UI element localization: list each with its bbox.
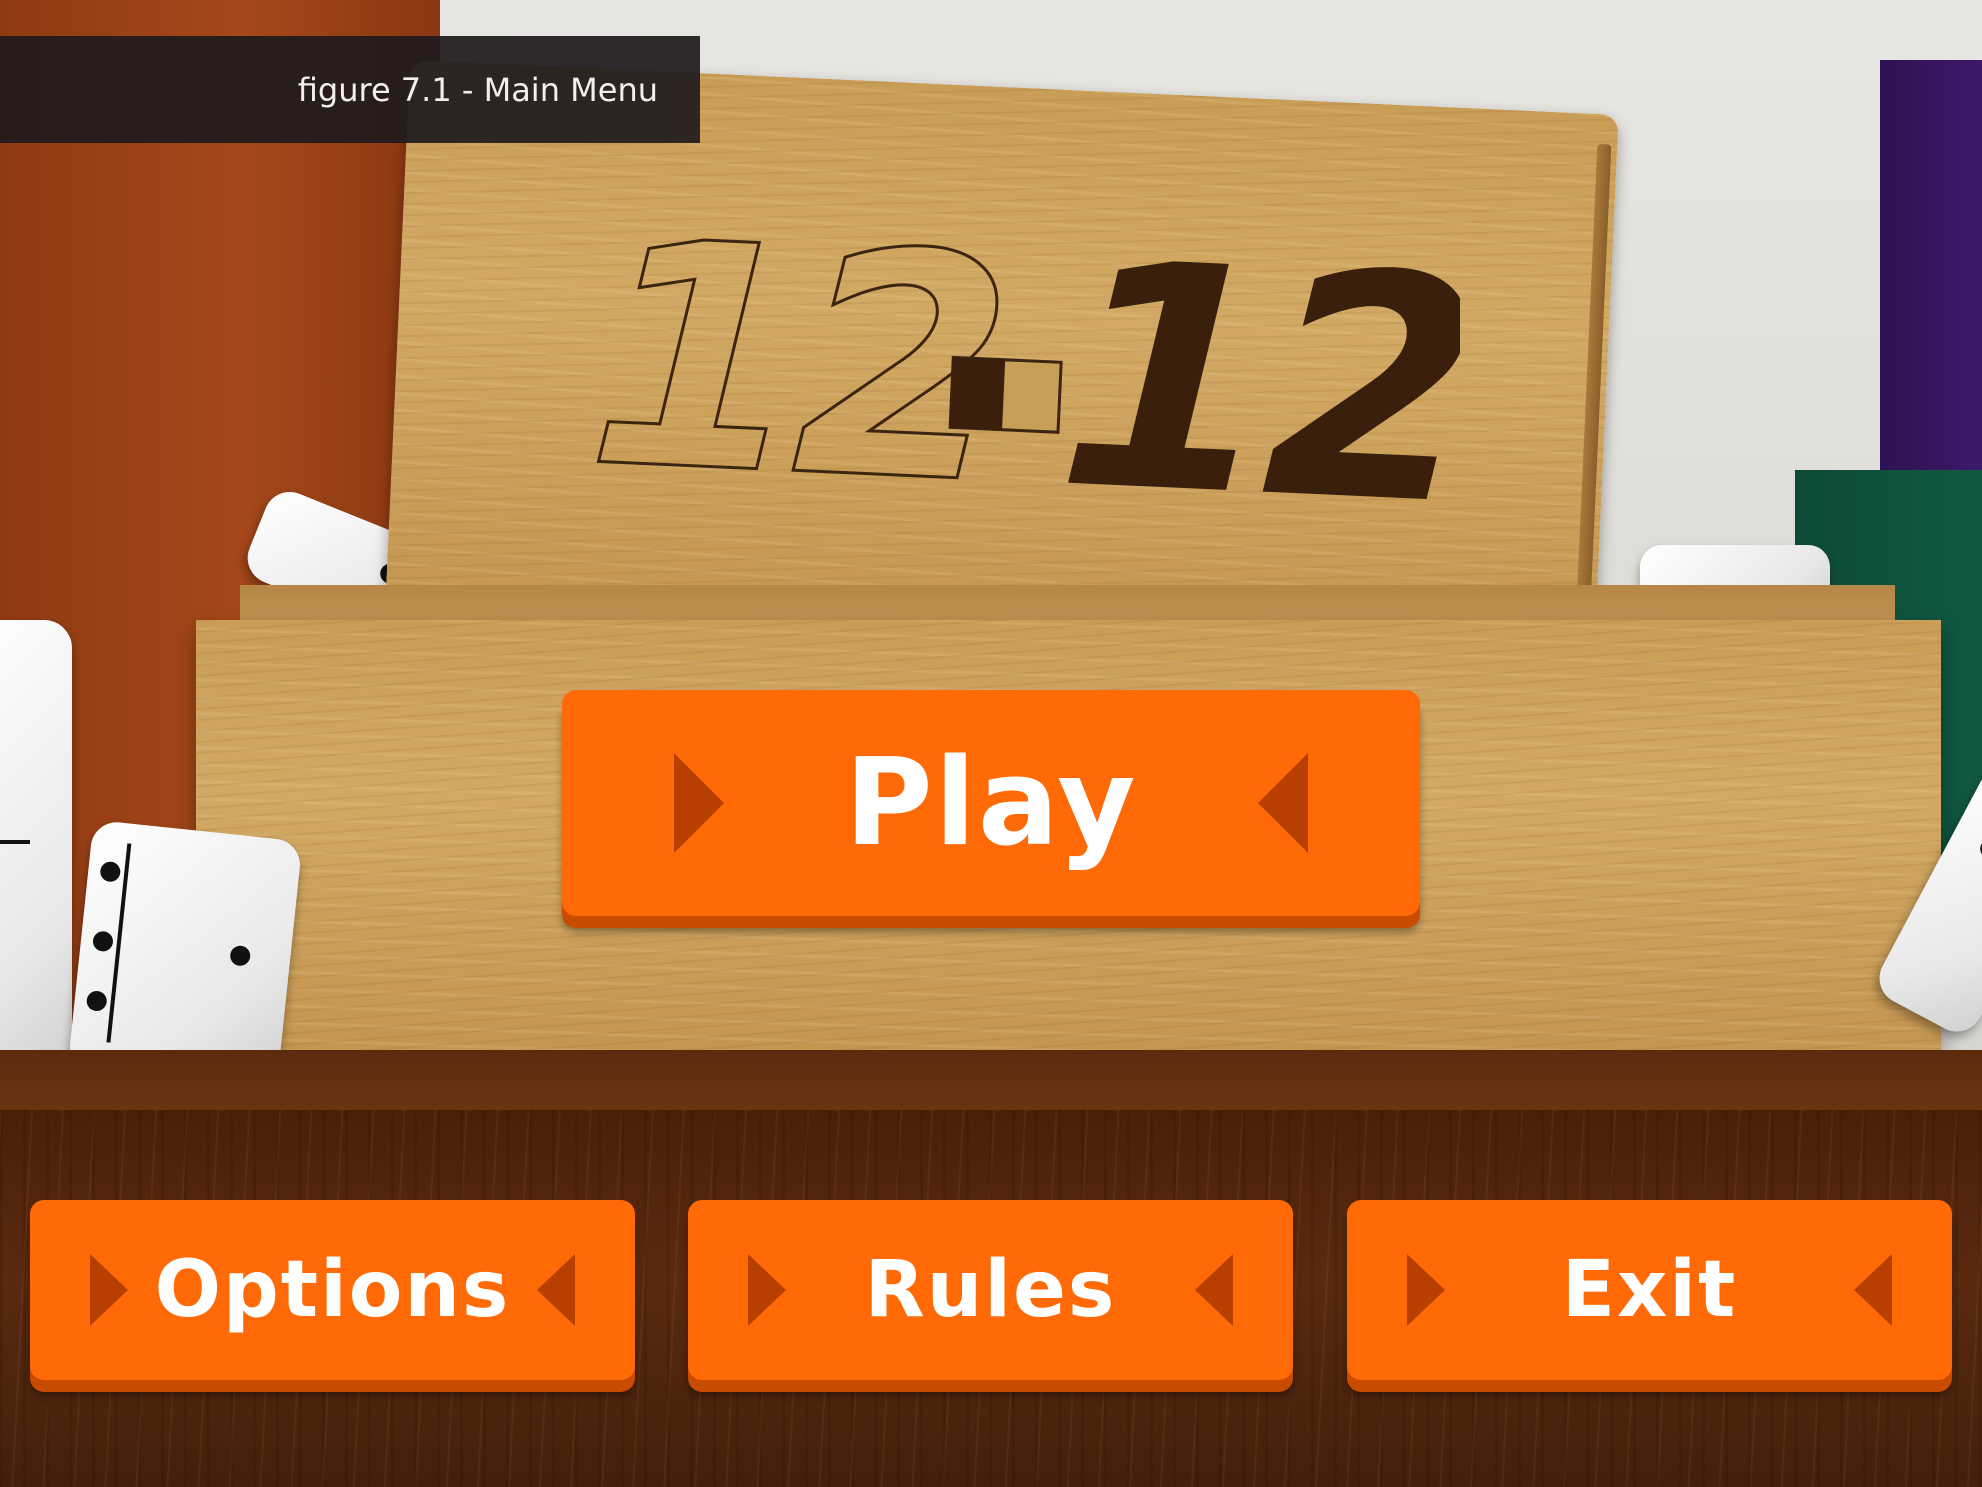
play-arrow-left-icon [1258,753,1308,853]
background-purple-block [1880,60,1982,480]
figure-caption-text: figure 7.1 - Main Menu [297,70,658,109]
arrow-left-icon [537,1254,575,1326]
play-arrow-right-icon [674,753,724,853]
play-button-label: Play [844,733,1138,873]
rules-button[interactable]: Rules [688,1200,1293,1380]
arrow-left-icon [1854,1254,1892,1326]
arrow-left-icon [1195,1254,1233,1326]
logo-left-number: 12 [582,174,1009,553]
arrow-right-icon [1407,1254,1445,1326]
lid-edge [1575,143,1612,625]
rules-button-label: Rules [864,1245,1117,1335]
domino-tile [0,620,72,1080]
exit-button[interactable]: Exit [1347,1200,1952,1380]
game-logo: 12 12 [580,173,1460,575]
arrow-right-icon [748,1254,786,1326]
game-scene: 12 12 Play Options Rules Exit figure 7.1… [0,0,1982,1487]
play-button[interactable]: Play [562,690,1420,916]
exit-button-label: Exit [1561,1245,1738,1335]
options-button-label: Options [154,1245,511,1335]
options-button[interactable]: Options [30,1200,635,1380]
arrow-right-icon [90,1254,128,1326]
figure-caption-bar: figure 7.1 - Main Menu [0,36,700,143]
logo-right-number: 12 [1051,195,1460,574]
